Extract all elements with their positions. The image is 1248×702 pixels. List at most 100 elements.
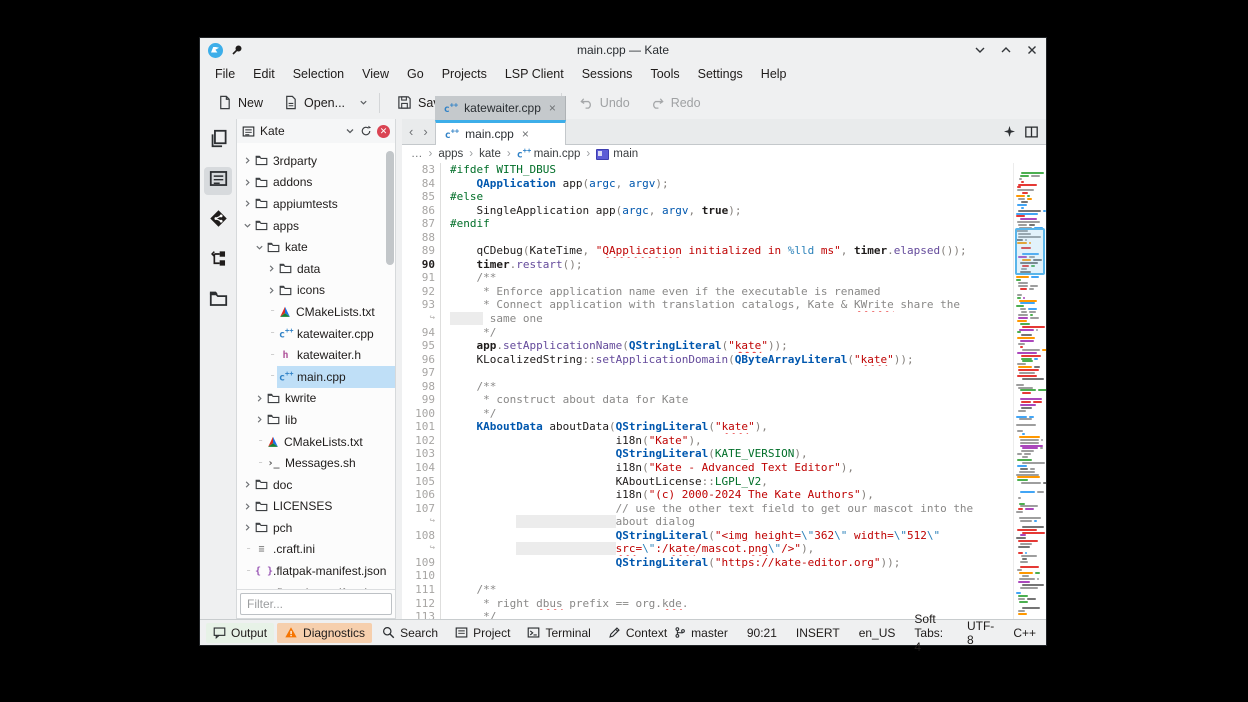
menu-view[interactable]: View bbox=[353, 64, 398, 84]
open-button[interactable]: Open... bbox=[274, 90, 354, 115]
expander-open-icon[interactable] bbox=[241, 221, 253, 230]
sidebar-tool-git[interactable] bbox=[204, 207, 232, 235]
breadcrumb-item-kate[interactable]: kate bbox=[479, 148, 501, 160]
expander-closed-icon[interactable] bbox=[241, 480, 253, 489]
split-view-icon[interactable] bbox=[1025, 126, 1038, 138]
tree-item-data[interactable]: data bbox=[237, 258, 395, 280]
tree-item-3rdparty[interactable]: 3rdparty bbox=[237, 150, 395, 172]
ini-icon: ≡ bbox=[255, 587, 268, 589]
project-switch-chevron-icon[interactable] bbox=[345, 126, 355, 136]
menu-settings[interactable]: Settings bbox=[689, 64, 752, 84]
expander-closed-icon[interactable] bbox=[253, 415, 265, 424]
breadcrumb-item-apps[interactable]: apps bbox=[438, 148, 463, 160]
statusbar-90-21[interactable]: 90:21 bbox=[747, 626, 777, 640]
statusbar-master[interactable]: master bbox=[674, 626, 728, 640]
tree-item-cmakelists.txt[interactable]: ╶CMakeLists.txt bbox=[237, 301, 395, 323]
expander-closed-icon[interactable] bbox=[241, 199, 253, 208]
statusbar-toggle-context[interactable]: Context bbox=[601, 623, 674, 643]
statusbar-insert[interactable]: INSERT bbox=[796, 626, 840, 640]
tree-item-addons[interactable]: addons bbox=[237, 172, 395, 194]
tree-item-kwrite[interactable]: kwrite bbox=[237, 388, 395, 410]
statusbar-toggle-project[interactable]: Project bbox=[448, 623, 517, 643]
tree-item-lib[interactable]: lib bbox=[237, 409, 395, 431]
statusbar-utf-8[interactable]: UTF-8 bbox=[967, 619, 994, 647]
minimize-button[interactable] bbox=[974, 44, 986, 56]
menu-go[interactable]: Go bbox=[398, 64, 433, 84]
expander-closed-icon[interactable] bbox=[241, 523, 253, 532]
menu-help[interactable]: Help bbox=[752, 64, 796, 84]
project-tree: 3rdpartyaddonsappiumtests apps katedataico… bbox=[237, 143, 395, 589]
quick-open-icon[interactable] bbox=[1004, 126, 1015, 137]
code-view[interactable]: 83#ifdef WITH_DBUS84 QApplication app(ar… bbox=[402, 163, 1013, 619]
undo-button[interactable]: Undo bbox=[570, 90, 639, 115]
menu-file[interactable]: File bbox=[206, 64, 244, 84]
pin-icon[interactable] bbox=[231, 44, 243, 56]
tree-item-katewaiter.cpp[interactable]: ╶c++katewaiter.cpp bbox=[237, 323, 395, 345]
sidebar-tool-projects[interactable] bbox=[204, 167, 232, 195]
tree-item-apps[interactable]: apps bbox=[237, 215, 395, 237]
expander-closed-icon[interactable] bbox=[265, 286, 277, 295]
statusbar-toggle-terminal[interactable]: Terminal bbox=[520, 623, 597, 643]
tree-item-licenses[interactable]: LICENSES bbox=[237, 496, 395, 518]
menu-projects[interactable]: Projects bbox=[433, 64, 496, 84]
tree-item-kate[interactable]: kate bbox=[237, 236, 395, 258]
sidebar-tool-symbols[interactable] bbox=[204, 247, 232, 275]
close-button[interactable] bbox=[1026, 44, 1038, 56]
filter-input[interactable] bbox=[240, 593, 392, 615]
breadcrumb-label: kate bbox=[479, 148, 501, 160]
breadcrumb-item-main-cpp[interactable]: c++main.cpp bbox=[517, 147, 581, 160]
statusbar-toggle-output[interactable]: Output bbox=[206, 623, 274, 643]
minimap-line bbox=[1037, 491, 1044, 493]
tree-item-.flatpak-manifest.jso[interactable]: ╶≡.flatpak-manifest.jso bbox=[237, 582, 395, 589]
menu-selection[interactable]: Selection bbox=[284, 64, 353, 84]
tab-main.cpp[interactable]: c++main.cpp× bbox=[435, 120, 566, 145]
open-dropdown-button[interactable] bbox=[356, 93, 371, 112]
maximize-button[interactable] bbox=[1000, 44, 1012, 56]
breadcrumb-item--[interactable]: … bbox=[411, 148, 423, 160]
tree-scrollbar[interactable] bbox=[386, 151, 394, 265]
tree-item-label: apps bbox=[273, 219, 299, 233]
tree-item-doc[interactable]: doc bbox=[237, 474, 395, 496]
statusbar-soft-tabs-4[interactable]: Soft Tabs: 4 bbox=[914, 612, 948, 654]
fold-margin bbox=[441, 244, 450, 258]
tree-item-.flatpak-manifest.json[interactable]: ╶{ }.flatpak-manifest.json bbox=[237, 560, 395, 582]
expander-closed-icon[interactable] bbox=[241, 178, 253, 187]
expander-closed-icon[interactable] bbox=[265, 264, 277, 273]
close-panel-button[interactable]: ✕ bbox=[377, 125, 390, 138]
menu-lsp-client[interactable]: LSP Client bbox=[496, 64, 573, 84]
menu-edit[interactable]: Edit bbox=[244, 64, 284, 84]
tab-close-icon[interactable]: × bbox=[520, 127, 529, 141]
tab-close-icon[interactable]: × bbox=[547, 101, 556, 115]
tab-nav-back-icon[interactable]: ‹ bbox=[404, 124, 418, 139]
statusbar-en-us[interactable]: en_US bbox=[859, 626, 896, 640]
tree-item-main.cpp[interactable]: ╶c++main.cpp bbox=[237, 366, 395, 388]
expander-closed-icon[interactable] bbox=[253, 394, 265, 403]
new-button[interactable]: New bbox=[208, 90, 272, 115]
expander-closed-icon[interactable] bbox=[241, 156, 253, 165]
statusbar-toggle-diagnostics[interactable]: Diagnostics bbox=[277, 623, 372, 643]
tab-katewaiter.cpp[interactable]: c++katewaiter.cpp× bbox=[435, 96, 566, 120]
menu-tools[interactable]: Tools bbox=[641, 64, 688, 84]
tab-nav-forward-icon[interactable]: › bbox=[418, 124, 432, 139]
minimap-line bbox=[1029, 224, 1035, 226]
tree-item-cmakelists.txt[interactable]: ╶CMakeLists.txt bbox=[237, 431, 395, 453]
sidebar-tool-documents[interactable] bbox=[204, 127, 232, 155]
minimap-viewport[interactable] bbox=[1015, 228, 1045, 275]
menu-sessions[interactable]: Sessions bbox=[573, 64, 642, 84]
tree-item-katewaiter.h[interactable]: ╶hkatewaiter.h bbox=[237, 344, 395, 366]
breadcrumb-item-main[interactable]: main bbox=[596, 148, 638, 160]
tree-item-.craft.ini[interactable]: ╶≡.craft.ini bbox=[237, 539, 395, 561]
tree-item-appiumtests[interactable]: appiumtests bbox=[237, 193, 395, 215]
sidebar-tool-filesystem[interactable] bbox=[204, 287, 232, 315]
tree-item-pch[interactable]: pch bbox=[237, 517, 395, 539]
statusbar-toggle-search[interactable]: Search bbox=[375, 623, 445, 643]
minimap-scrollbar[interactable] bbox=[1013, 163, 1046, 619]
tree-item-messages.sh[interactable]: ╶›_Messages.sh bbox=[237, 452, 395, 474]
minimap-line bbox=[1017, 320, 1027, 322]
redo-button[interactable]: Redo bbox=[641, 90, 710, 115]
expander-open-icon[interactable] bbox=[253, 243, 265, 252]
reload-project-icon[interactable] bbox=[360, 125, 372, 137]
tree-item-icons[interactable]: icons bbox=[237, 280, 395, 302]
expander-closed-icon[interactable] bbox=[241, 502, 253, 511]
statusbar-c-[interactable]: C++ bbox=[1013, 626, 1036, 640]
